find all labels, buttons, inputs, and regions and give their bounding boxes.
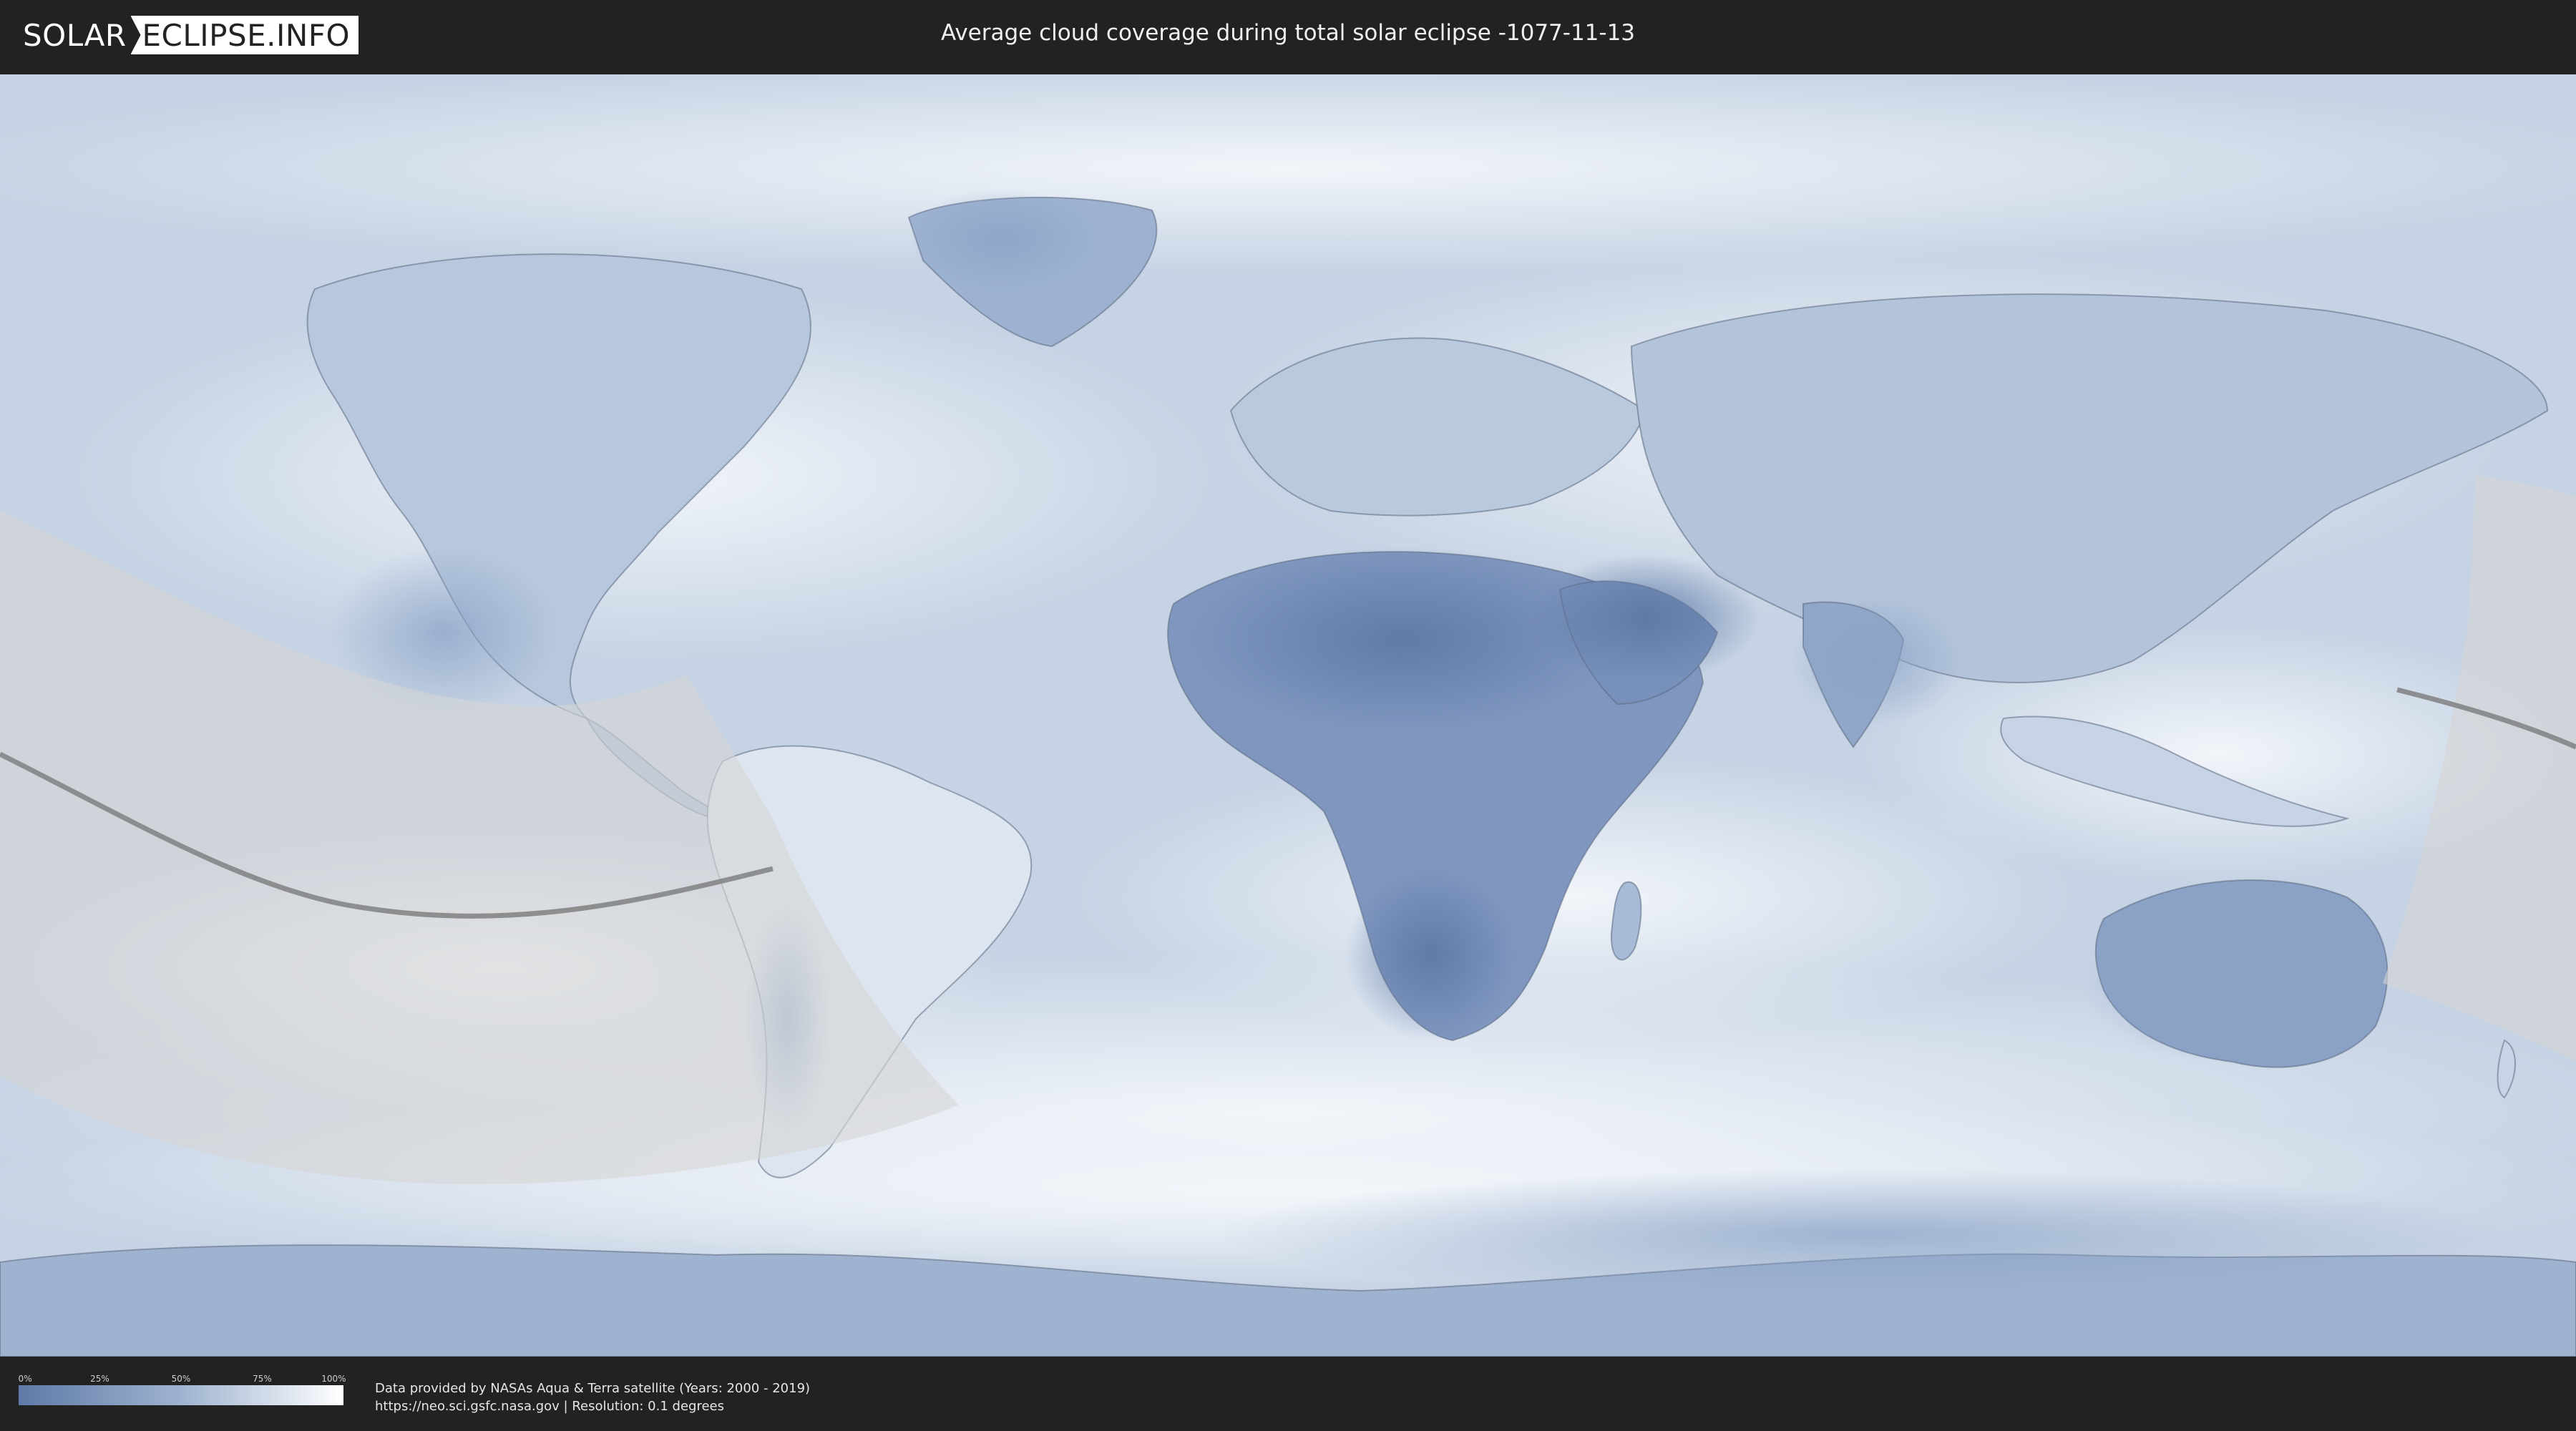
legend-tick-25: 25% xyxy=(90,1374,109,1384)
legend-color-bar xyxy=(19,1385,343,1405)
data-credits: Data provided by NASAs Aqua & Terra sate… xyxy=(375,1379,810,1415)
legend-tick-0: 0% xyxy=(18,1374,32,1384)
credit-line-url[interactable]: https://neo.sci.gsfc.nasa.gov | Resoluti… xyxy=(375,1397,810,1415)
cloud-coverage-map[interactable] xyxy=(0,74,2576,1357)
page: SOLAR ECLIPSE.INFO Average cloud coverag… xyxy=(0,0,2576,1431)
world-map-svg xyxy=(0,74,2576,1357)
page-title: Average cloud coverage during total sola… xyxy=(940,20,1636,46)
legend-tick-75: 75% xyxy=(253,1374,272,1384)
legend-ticks: 0% 25% 50% 75% 100% xyxy=(18,1374,346,1385)
footer-bar: 0% 25% 50% 75% 100% Data provided by NAS… xyxy=(0,1357,2576,1431)
credit-line-source: Data provided by NASAs Aqua & Terra sate… xyxy=(375,1381,811,1396)
cloud-coverage-legend: 0% 25% 50% 75% 100% xyxy=(18,1374,346,1405)
legend-tick-100: 100% xyxy=(321,1374,346,1384)
legend-tick-50: 50% xyxy=(171,1374,191,1384)
header-bar: SOLAR ECLIPSE.INFO Average cloud coverag… xyxy=(0,0,2576,72)
